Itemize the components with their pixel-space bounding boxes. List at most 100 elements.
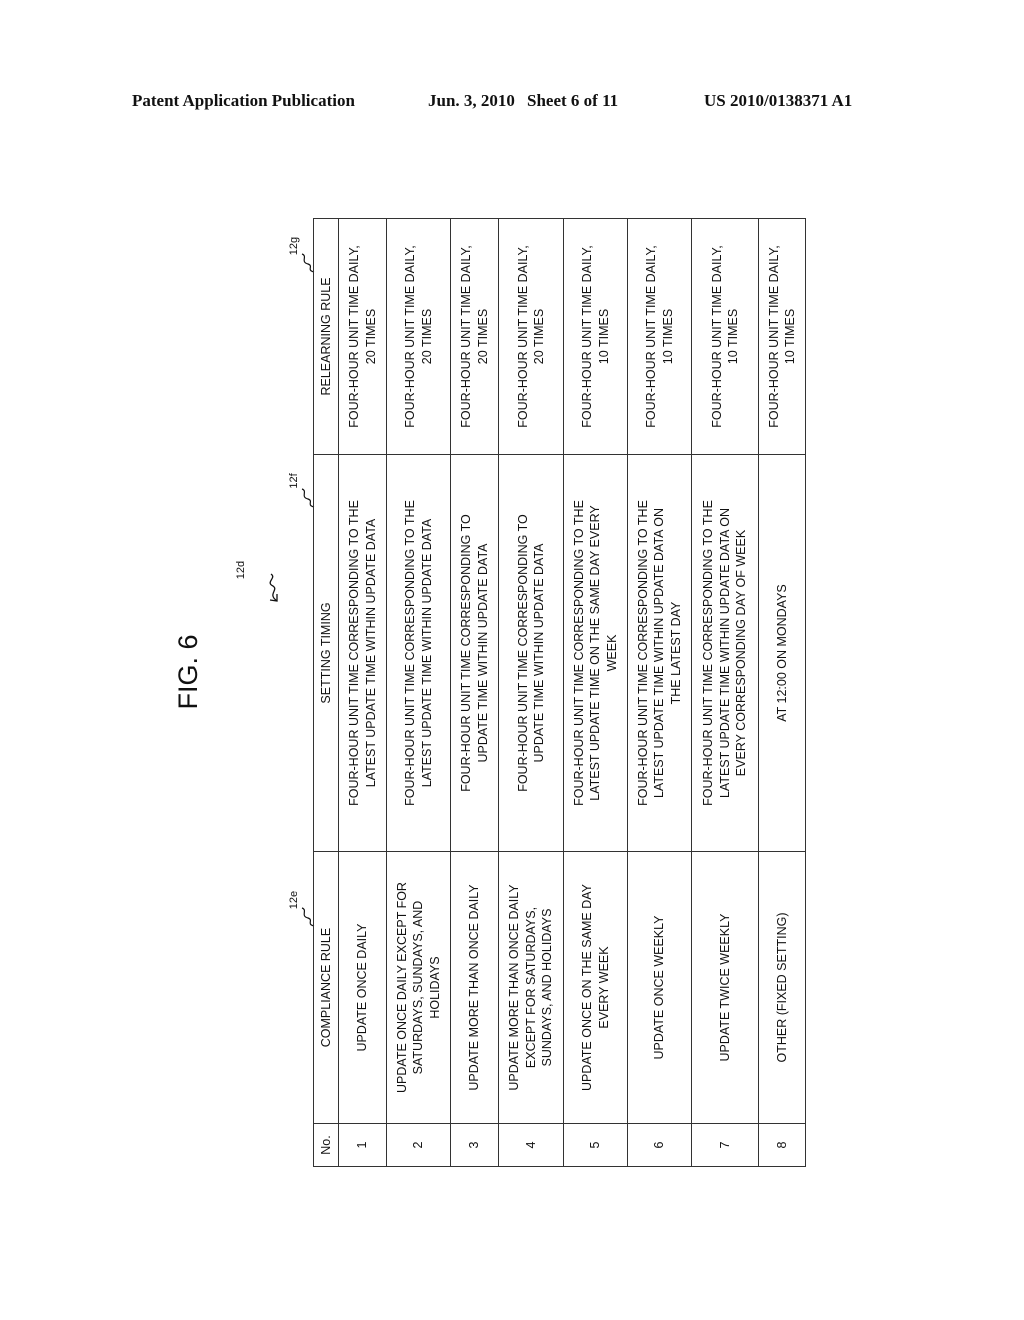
sheet-number: Sheet 6 of 11 bbox=[527, 91, 619, 110]
patent-number: US 2010/0138371 A1 bbox=[704, 91, 853, 110]
cell-relearning-rule-line: 20 TIMES bbox=[363, 308, 378, 365]
cell-relearning-rule: FOUR-HOUR UNIT TIME DAILY, 10 TIMES bbox=[691, 218, 759, 455]
cell-compliance-rule-line: UPDATE MORE THAN ONCE DAILY bbox=[467, 884, 482, 1091]
cell-compliance-rule-line: OTHER (FIXED SETTING) bbox=[774, 912, 789, 1063]
cell-compliance-rule-line: UPDATE MORE THAN ONCE DAILY bbox=[507, 884, 522, 1091]
cell-setting-timing: FOUR-HOUR UNIT TIME CORRESPONDING TO UPDA… bbox=[450, 454, 499, 852]
cell-no: 1 bbox=[338, 1123, 387, 1167]
cell-setting-timing-line: FOUR-HOUR UNIT TIME CORRESPONDING TO THE bbox=[403, 500, 417, 806]
cell-setting-timing-line: AT 12:00 ON MONDAYS bbox=[774, 584, 789, 722]
cell-relearning-rule: FOUR-HOUR UNIT TIME DAILY, 10 TIMES bbox=[758, 218, 806, 455]
cell-compliance-rule-line: HOLIDAYS bbox=[427, 956, 442, 1019]
cell-setting-timing-line: WEEK bbox=[604, 634, 619, 672]
cell-relearning-rule-line: FOUR-HOUR UNIT TIME DAILY, bbox=[347, 245, 361, 428]
cell-no: 8 bbox=[758, 1123, 806, 1167]
table-row: 5 UPDATE ONCE ON THE SAME DAY EVERY WEEK FO… bbox=[563, 218, 628, 1167]
table-row: 3 UPDATE MORE THAN ONCE DAILY FOUR-HOUR UN… bbox=[450, 218, 499, 1167]
cell-setting-timing-line: EVERY CORRESPONDING DAY OF WEEK bbox=[734, 529, 749, 777]
cell-relearning-rule-line: 20 TIMES bbox=[475, 308, 490, 365]
cell-setting-timing-line: FOUR-HOUR UNIT TIME CORRESPONDING TO THE bbox=[635, 500, 650, 806]
table-reference-label: 12d bbox=[235, 560, 247, 580]
cell-setting-timing-line: FOUR-HOUR UNIT TIME CORRESPONDING TO bbox=[515, 514, 530, 792]
cell-setting-timing: FOUR-HOUR UNIT TIME CORRESPONDING TO THE… bbox=[563, 454, 628, 852]
cell-compliance-rule-line: EXCEPT FOR SATURDAYS, bbox=[523, 906, 538, 1069]
cell-setting-timing: FOUR-HOUR UNIT TIME CORRESPONDING TO THE… bbox=[627, 454, 692, 852]
cell-compliance-rule-line: UPDATE TWICE WEEKLY bbox=[717, 913, 732, 1062]
cell-setting-timing-line: LATEST UPDATE TIME WITHIN UPDATE DATA ON bbox=[652, 507, 667, 799]
table-row: 8 OTHER (FIXED SETTING) AT 12:00 ON MONDAY… bbox=[758, 218, 806, 1167]
cell-compliance-rule-line: UPDATE ONCE DAILY EXCEPT FOR bbox=[394, 882, 409, 1093]
cell-setting-timing: AT 12:00 ON MONDAYS bbox=[758, 454, 806, 852]
cell-compliance-rule-line: UPDATE ONCE WEEKLY bbox=[652, 915, 667, 1060]
rules-table: No. COMPLIANCE RULE SETTING TIMING RELEA… bbox=[313, 218, 806, 1167]
cell-no: 5 bbox=[563, 1123, 628, 1167]
cell-setting-timing-line: UPDATE TIME WITHIN UPDATE DATA bbox=[532, 543, 546, 763]
cell-compliance-rule: UPDATE ONCE DAILY bbox=[338, 851, 387, 1124]
cell-setting-timing-line: UPDATE TIME WITHIN UPDATE DATA bbox=[475, 543, 490, 763]
cell-relearning-rule-line: 10 TIMES bbox=[783, 308, 797, 365]
rules-table-container: No. COMPLIANCE RULE SETTING TIMING RELEA… bbox=[313, 218, 806, 1167]
cell-setting-timing-line: LATEST UPDATE TIME WITHIN UPDATE DATA bbox=[363, 518, 378, 788]
cell-no: 6 bbox=[627, 1123, 692, 1167]
cell-relearning-rule-line: FOUR-HOUR UNIT TIME DAILY, bbox=[459, 245, 473, 428]
column-header-compliance-rule: COMPLIANCE RULE bbox=[313, 851, 339, 1124]
cell-compliance-rule-line: UPDATE ONCE ON THE SAME DAY bbox=[580, 884, 594, 1091]
cell-compliance-rule: UPDATE ONCE ON THE SAME DAY EVERY WEEK bbox=[563, 851, 628, 1124]
cell-setting-timing-line: LATEST UPDATE TIME WITHIN UPDATE DATA bbox=[419, 518, 434, 788]
cell-relearning-rule-line: 10 TIMES bbox=[726, 308, 740, 365]
cell-compliance-rule: UPDATE ONCE DAILY EXCEPT FOR SATURDAYS, S… bbox=[386, 851, 451, 1124]
publication-label: Patent Application Publication bbox=[132, 91, 355, 110]
cell-setting-timing: FOUR-HOUR UNIT TIME CORRESPONDING TO THE… bbox=[386, 454, 451, 852]
table-header-row: No. COMPLIANCE RULE SETTING TIMING RELEA… bbox=[313, 218, 339, 1167]
cell-relearning-rule: FOUR-HOUR UNIT TIME DAILY, 20 TIMES bbox=[450, 218, 499, 455]
cell-compliance-rule: UPDATE ONCE WEEKLY bbox=[627, 851, 692, 1124]
cell-setting-timing-line: FOUR-HOUR UNIT TIME CORRESPONDING TO THE bbox=[701, 500, 716, 806]
cell-relearning-rule-line: FOUR-HOUR UNIT TIME DAILY, bbox=[766, 245, 781, 428]
cell-compliance-rule: UPDATE TWICE WEEKLY bbox=[691, 851, 759, 1124]
table-row: 6 UPDATE ONCE WEEKLY FOUR-HOUR UNIT TIME C… bbox=[627, 218, 692, 1167]
cell-setting-timing-line: FOUR-HOUR UNIT TIME CORRESPONDING TO THE bbox=[347, 500, 361, 806]
cell-compliance-rule-line: SUNDAYS, AND HOLIDAYS bbox=[540, 908, 555, 1067]
cell-setting-timing: FOUR-HOUR UNIT TIME CORRESPONDING TO UPDA… bbox=[498, 454, 564, 852]
table-row: 7 UPDATE TWICE WEEKLY FOUR-HOUR UNIT TIME … bbox=[691, 218, 759, 1167]
table-row: 4 UPDATE MORE THAN ONCE DAILY EXCEPT FOR S… bbox=[498, 218, 564, 1167]
publication-date: Jun. 3, 2010 bbox=[428, 91, 515, 110]
cell-no: 3 bbox=[450, 1123, 499, 1167]
cell-relearning-rule-line: 10 TIMES bbox=[660, 308, 675, 365]
cell-compliance-rule: UPDATE MORE THAN ONCE DAILY bbox=[450, 851, 499, 1124]
table-row: 2 UPDATE ONCE DAILY EXCEPT FOR SATURDAYS, … bbox=[386, 218, 451, 1167]
cell-relearning-rule-line: FOUR-HOUR UNIT TIME DAILY, bbox=[709, 245, 724, 428]
cell-setting-timing-line: LATEST UPDATE TIME ON THE SAME DAY EVERY bbox=[588, 505, 603, 801]
cell-relearning-rule-line: FOUR-HOUR UNIT TIME DAILY, bbox=[644, 245, 658, 428]
cell-relearning-rule: FOUR-HOUR UNIT TIME DAILY, 10 TIMES bbox=[563, 218, 628, 455]
cell-no: 4 bbox=[498, 1123, 564, 1167]
cell-no: 2 bbox=[386, 1123, 451, 1167]
cell-relearning-rule-line: FOUR-HOUR UNIT TIME DAILY, bbox=[515, 245, 530, 428]
cell-compliance-rule: OTHER (FIXED SETTING) bbox=[758, 851, 806, 1124]
cell-no: 7 bbox=[691, 1123, 759, 1167]
cell-compliance-rule-line: SATURDAYS, SUNDAYS, AND bbox=[411, 900, 426, 1075]
page-header: Patent Application Publication Jun. 3, 2… bbox=[0, 91, 1024, 113]
column-header-setting-timing: SETTING TIMING bbox=[313, 454, 339, 852]
cell-relearning-rule: FOUR-HOUR UNIT TIME DAILY, 20 TIMES bbox=[498, 218, 564, 455]
cell-setting-timing: FOUR-HOUR UNIT TIME CORRESPONDING TO THE… bbox=[691, 454, 759, 852]
cell-relearning-rule-line: FOUR-HOUR UNIT TIME DAILY, bbox=[403, 245, 417, 428]
column-header-relearning-rule: RELEARNING RULE bbox=[313, 218, 339, 455]
cell-relearning-rule-line: 20 TIMES bbox=[419, 308, 434, 365]
column-header-no: No. bbox=[313, 1123, 339, 1167]
cell-relearning-rule-line: 10 TIMES bbox=[596, 308, 611, 365]
cell-relearning-rule-line: FOUR-HOUR UNIT TIME DAILY, bbox=[580, 245, 594, 428]
figure-title: FIG. 6 bbox=[173, 634, 203, 710]
cell-relearning-rule: FOUR-HOUR UNIT TIME DAILY, 10 TIMES bbox=[627, 218, 692, 455]
cell-setting-timing-line: THE LATEST DAY bbox=[668, 601, 683, 705]
cell-setting-timing-line: FOUR-HOUR UNIT TIME CORRESPONDING TO bbox=[459, 514, 473, 792]
cell-relearning-rule: FOUR-HOUR UNIT TIME DAILY, 20 TIMES bbox=[386, 218, 451, 455]
table-row: 1 UPDATE ONCE DAILY FOUR-HOUR UNIT TIME CO… bbox=[338, 218, 387, 1167]
cell-relearning-rule: FOUR-HOUR UNIT TIME DAILY, 20 TIMES bbox=[338, 218, 387, 455]
cell-setting-timing-line: LATEST UPDATE TIME WITHIN UPDATE DATA ON bbox=[717, 507, 732, 799]
cell-setting-timing: FOUR-HOUR UNIT TIME CORRESPONDING TO THE… bbox=[338, 454, 387, 852]
cell-compliance-rule: UPDATE MORE THAN ONCE DAILY EXCEPT FOR SA… bbox=[498, 851, 564, 1124]
cell-compliance-rule-line: UPDATE ONCE DAILY bbox=[355, 923, 370, 1052]
table-reference-leader-arrow-icon bbox=[269, 573, 278, 602]
cell-relearning-rule-line: 20 TIMES bbox=[532, 308, 546, 365]
